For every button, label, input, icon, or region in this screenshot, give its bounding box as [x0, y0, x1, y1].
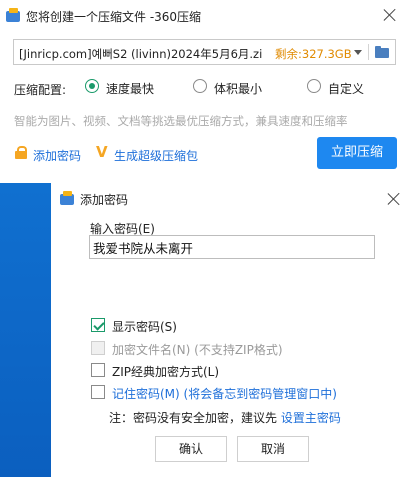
checkbox-box[interactable] — [91, 318, 105, 332]
close-icon[interactable] — [387, 192, 401, 206]
checkbox-box — [91, 341, 105, 355]
dialog-title: 添加密码 — [80, 193, 129, 207]
dropdown-caret-icon[interactable] — [354, 50, 362, 55]
checkbox-box[interactable] — [91, 385, 105, 399]
compress-window: 您将创建一个压缩文件 -360压缩 [Jinricp.com]예뻐S2 (liv… — [0, 0, 411, 183]
radio-circle[interactable] — [307, 79, 321, 93]
radio-label[interactable]: 自定义 — [328, 80, 364, 97]
window-title: 您将创建一个压缩文件 -360压缩 — [26, 10, 202, 24]
super-package-link[interactable]: 生成超级压缩包 — [114, 147, 198, 164]
security-note: 注：密码没有安全加密，建议先 设置主密码 — [109, 409, 341, 426]
path-separator — [368, 44, 369, 60]
compress-hint: 智能为图片、视频、文档等挑选最优压缩方式，兼具速度和压缩率 — [14, 114, 348, 128]
free-space-text: 剩余:327.3GB — [275, 47, 352, 61]
checkbox-label: 加密文件名(N) (不支持ZIP格式) — [112, 343, 283, 357]
folder-icon[interactable] — [375, 46, 389, 58]
radio-circle[interactable] — [85, 79, 99, 93]
dialog-titlebar: 添加密码 — [51, 183, 411, 213]
app-icon — [60, 191, 74, 205]
checkbox-label[interactable]: ZIP经典加密方式(L) — [112, 363, 219, 380]
output-path-text[interactable]: [Jinricp.com]예뻐S2 (livinn)2024年5月6月.zi — [19, 46, 262, 62]
close-icon[interactable] — [383, 8, 397, 22]
add-password-dialog: 添加密码 输入密码(E) 我爱书院从未离开 显示密码(S) 加密文件名(N) (… — [51, 183, 411, 477]
password-input[interactable]: 我爱书院从未离开 — [89, 235, 375, 259]
cancel-button[interactable]: 取消 — [237, 436, 309, 462]
radio-label[interactable]: 速度最快 — [106, 80, 154, 97]
window-titlebar: 您将创建一个压缩文件 -360压缩 — [0, 0, 411, 30]
note-text: 注：密码没有安全加密，建议先 — [109, 411, 281, 425]
app-icon — [6, 8, 20, 22]
checkbox-label[interactable]: 显示密码(S) — [112, 318, 177, 335]
add-password-link[interactable]: 添加密码 — [33, 147, 81, 164]
ok-button[interactable]: 确认 — [155, 436, 227, 462]
radio-label[interactable]: 体积最小 — [214, 80, 262, 97]
set-master-password-link[interactable]: 设置主密码 — [281, 411, 341, 425]
lock-icon[interactable] — [15, 146, 27, 159]
vip-icon[interactable]: V — [96, 143, 108, 161]
config-label: 压缩配置: — [14, 83, 67, 97]
checkbox-label[interactable]: 记住密码(M) (将会备忘到密码管理窗口中) — [112, 385, 337, 402]
checkbox-box[interactable] — [91, 363, 105, 377]
compress-now-button[interactable]: 立即压缩 — [317, 137, 397, 169]
radio-circle[interactable] — [193, 79, 207, 93]
output-path-field[interactable]: [Jinricp.com]예뻐S2 (livinn)2024年5月6月.zi 剩… — [13, 39, 396, 65]
